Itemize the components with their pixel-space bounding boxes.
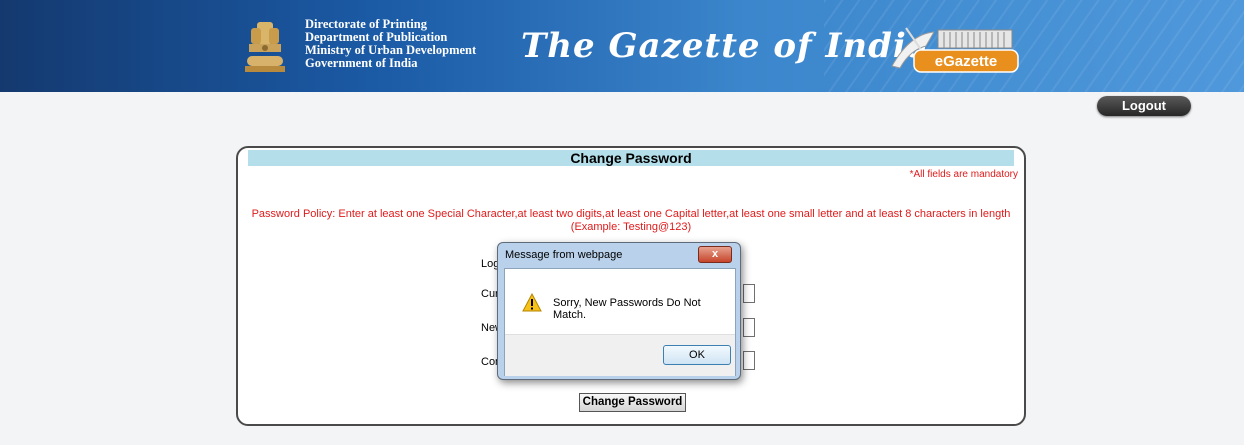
egazette-logo: eGazette: [891, 27, 1019, 73]
message-dialog: Message from webpage x Sorry, New Passwo…: [497, 242, 741, 380]
new-password-field[interactable]: [743, 318, 755, 337]
site-header: Directorate of Printing Department of Pu…: [0, 0, 1244, 92]
directorate-line-4: Government of India: [305, 56, 418, 70]
password-policy: Password Policy: Enter at least one Spec…: [238, 208, 1024, 234]
site-title: The Gazette of India: [521, 26, 930, 66]
current-password-field[interactable]: [743, 284, 755, 303]
close-icon[interactable]: x: [698, 246, 732, 263]
confirm-password-field[interactable]: [743, 351, 755, 370]
directorate-text: Directorate of Printing Department of Pu…: [305, 18, 476, 70]
password-policy-text: Password Policy: Enter at least one Spec…: [251, 208, 1011, 220]
dialog-body: Sorry, New Passwords Do Not Match. OK: [504, 268, 736, 376]
egazette-logo-text: eGazette: [935, 53, 998, 70]
warning-icon: [522, 293, 542, 312]
mandatory-note: *All fields are mandatory: [909, 169, 1018, 180]
dialog-message: Sorry, New Passwords Do Not Match.: [553, 297, 701, 321]
password-policy-example: (Example: Testing@123): [570, 221, 692, 233]
change-password-button[interactable]: Change Password: [579, 393, 686, 412]
panel-title: Change Password: [248, 150, 1014, 166]
ok-button[interactable]: OK: [663, 345, 731, 365]
national-emblem-icon: [245, 22, 285, 72]
dialog-title: Message from webpage: [505, 249, 623, 261]
logout-button[interactable]: Logout: [1097, 96, 1191, 116]
